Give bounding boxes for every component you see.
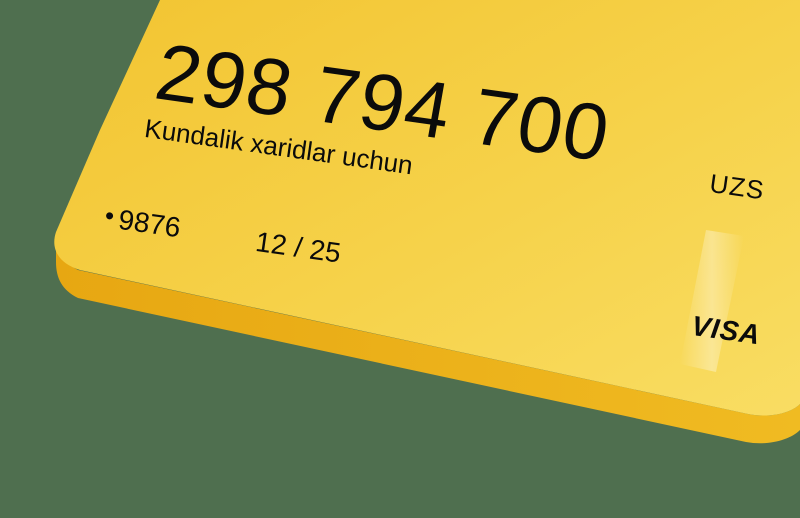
card-scene: 298 794 700 UZS Kundalik xaridlar uchun …	[0, 0, 800, 518]
mask-dot-icon	[105, 212, 114, 220]
